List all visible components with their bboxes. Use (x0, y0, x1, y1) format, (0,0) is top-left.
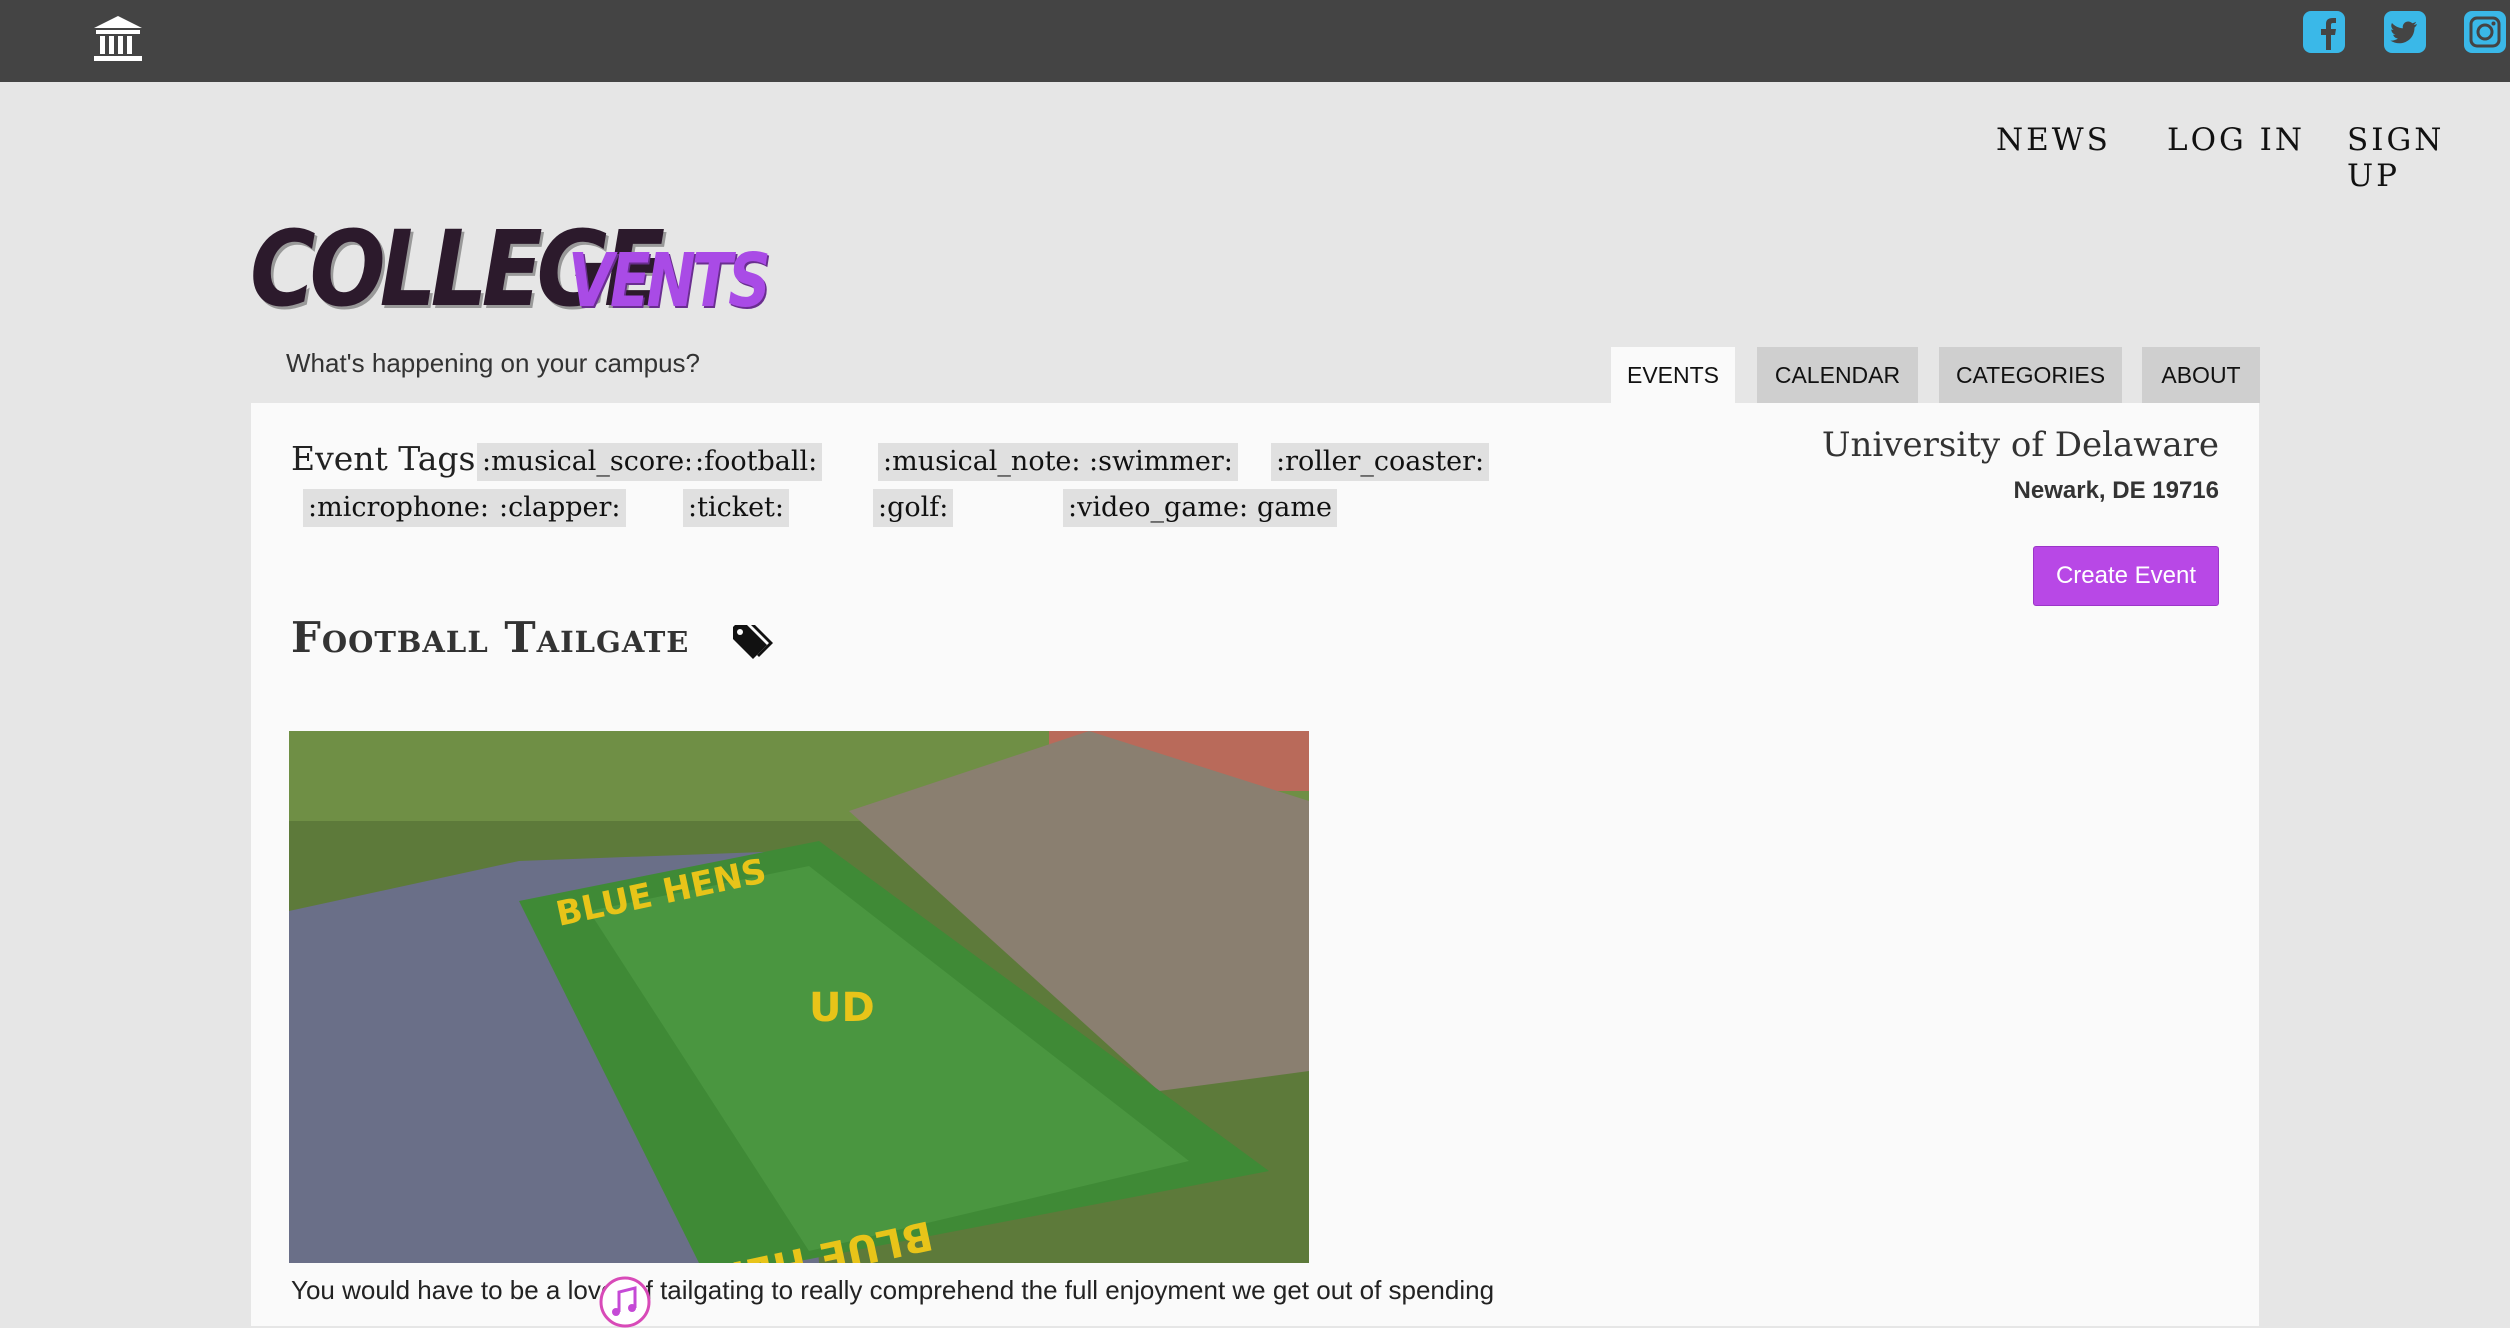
event-tag[interactable]: :ticket: (683, 489, 789, 527)
event-tag[interactable]: :swimmer: (1084, 443, 1238, 481)
tags-icon[interactable] (731, 621, 777, 661)
tab-about[interactable]: ABOUT (2142, 347, 2260, 403)
event-tag[interactable]: :musical_note: (878, 443, 1086, 481)
instagram-icon[interactable] (2463, 10, 2507, 54)
nav-login-link[interactable]: LOG IN (2167, 122, 2305, 158)
top-bar (0, 0, 2510, 82)
event-tag[interactable]: :video_game: (1063, 489, 1254, 527)
event-tag[interactable]: :microphone: (303, 489, 495, 527)
institution-icon[interactable] (90, 12, 146, 68)
logo-events-text: VENTS (568, 238, 771, 324)
nav-news-link[interactable]: NEWS (1996, 122, 2111, 158)
event-tag[interactable]: :football: (690, 443, 823, 481)
event-image[interactable]: BLUE HENS BLUE HENS UD (289, 731, 1309, 1263)
event-title[interactable]: Football Tailgate (291, 613, 689, 662)
nav-signup-link[interactable]: SIGN UP (2347, 122, 2510, 194)
university-name: University of Delaware (1821, 425, 2219, 465)
tab-calendar[interactable]: CALENDAR (1757, 347, 1918, 403)
main-content: Event Tags: :musical_score: :football: :… (251, 403, 2259, 1326)
facebook-icon[interactable] (2302, 10, 2346, 54)
event-tag[interactable]: :roller_coaster: (1271, 443, 1490, 481)
tab-categories[interactable]: CATEGORIES (1939, 347, 2122, 403)
event-tag[interactable]: game (1252, 489, 1337, 527)
music-app-icon[interactable] (599, 1276, 651, 1328)
event-tag[interactable]: :golf: (873, 489, 954, 527)
twitter-icon[interactable] (2383, 10, 2427, 54)
event-tags-label: Event Tags: (291, 439, 487, 478)
event-description: You would have to be a lover of tailgati… (291, 1275, 1495, 1305)
create-event-button[interactable]: Create Event (2033, 546, 2219, 606)
university-address: Newark, DE 19716 (2013, 477, 2219, 504)
field-logo-text: UD (809, 985, 875, 1031)
event-tag[interactable]: :clapper: (494, 489, 626, 527)
event-tag[interactable]: :musical_score: (477, 443, 699, 481)
tab-events[interactable]: EVENTS (1611, 347, 1735, 403)
site-logo[interactable]: COLLEGE VENTS (250, 208, 771, 330)
main-tabs: EVENTS CALENDAR CATEGORIES ABOUT (0, 347, 2510, 403)
